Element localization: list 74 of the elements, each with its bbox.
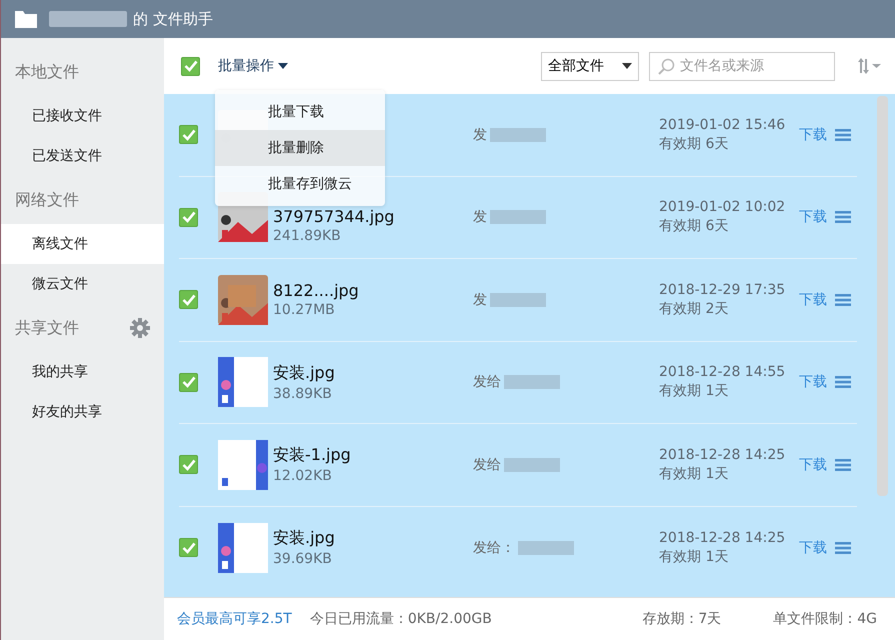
folder-icon	[15, 10, 37, 28]
menu-icon[interactable]	[835, 292, 851, 307]
menu-icon[interactable]	[835, 210, 851, 224]
search-icon	[657, 58, 675, 76]
row-checkbox[interactable]	[179, 208, 198, 227]
menu-item[interactable]: 批量下载	[215, 94, 385, 130]
file-name: 安装.jpg	[273, 528, 336, 550]
menu-icon[interactable]	[835, 540, 851, 555]
expiry-text: 有效期 6天	[659, 134, 730, 153]
sidebar-header: 共享文件	[15, 318, 79, 338]
menu-item[interactable]: 批量存到微云	[215, 166, 385, 202]
blurred-sender	[504, 375, 560, 390]
file-date: 2018-12-28 14:25	[659, 530, 786, 546]
sort-icon[interactable]	[857, 57, 883, 75]
blurred-sender	[518, 540, 574, 555]
window-title: 的 文件助手	[133, 10, 213, 28]
promo-link[interactable]: 会员最高可享2.5T	[177, 610, 292, 628]
sender-label: 发给	[473, 456, 501, 474]
row-checkbox[interactable]	[179, 125, 198, 144]
batch-operation-button[interactable]: 批量操作	[216, 55, 290, 77]
expiry-text: 有效期 1天	[659, 382, 730, 400]
expiry-text: 有效期 1天	[659, 464, 730, 483]
settings-icon[interactable]	[130, 318, 150, 338]
menu-icon[interactable]	[835, 458, 851, 472]
sidebar-item[interactable]: 已接收文件	[1, 96, 164, 136]
row-checkbox[interactable]	[179, 290, 198, 310]
sidebar-header: 网络文件	[15, 190, 79, 210]
search-field[interactable]: 文件名或来源	[649, 52, 835, 80]
file-limit-text: 单文件限制：4G	[773, 610, 877, 628]
blurred-sender	[504, 458, 560, 472]
traffic-text: 今日已用流量：0KB/2.00GB	[310, 610, 492, 628]
file-date: 2019-01-02 10:02	[659, 199, 786, 216]
file-date: 2018-12-28 14:55	[659, 364, 786, 380]
sender-label: 发给	[473, 373, 501, 392]
expiry-text: 有效期 2天	[659, 300, 730, 318]
sidebar-item[interactable]: 我的共享	[1, 352, 164, 392]
sender-label: 发给：	[473, 538, 515, 557]
blurred-sender	[490, 128, 546, 142]
expiry-text: 有效期 1天	[659, 548, 730, 566]
menu-icon[interactable]	[835, 128, 851, 142]
sidebar-header: 本地文件	[15, 62, 79, 82]
sender-label: 发	[473, 126, 487, 144]
file-date: 2019-01-02 15:46	[659, 116, 786, 133]
file-date: 2018-12-29 17:35	[659, 282, 786, 298]
sidebar-item[interactable]: 已发送文件	[1, 136, 164, 176]
menu-item[interactable]: 批量删除	[215, 130, 385, 166]
file-size: 10.27MB	[273, 302, 336, 318]
row-checkbox[interactable]	[179, 538, 198, 558]
scrollbar[interactable]	[877, 96, 888, 496]
blurred-sender	[490, 210, 546, 224]
file-size: 39.69KB	[273, 551, 333, 568]
expiry-text: 有效期 6天	[659, 217, 730, 236]
file-size: 241.89KB	[273, 228, 342, 244]
file-name: 安装.jpg	[273, 362, 336, 384]
sidebar-item[interactable]: 微云文件	[1, 264, 164, 304]
caret-icon	[622, 63, 632, 69]
file-size: 12.02KB	[273, 468, 333, 484]
file-filter-dropdown[interactable]: 全部文件	[541, 52, 639, 80]
file-name: 379757344.jpg	[273, 206, 396, 226]
select-all-checkbox[interactable]	[181, 56, 200, 76]
file-name: 8122....jpg	[273, 281, 360, 300]
file-date: 2018-12-28 14:25	[659, 446, 786, 463]
blurred-sender	[490, 292, 546, 307]
file-name: 安装-1.jpg	[273, 445, 352, 466]
retention-text: 存放期：7天	[642, 610, 722, 628]
row-checkbox[interactable]	[179, 372, 198, 392]
row-checkbox[interactable]	[179, 455, 198, 474]
file-size: 38.89KB	[273, 386, 333, 402]
menu-icon[interactable]	[835, 375, 851, 390]
sender-label: 发	[473, 208, 487, 226]
caret-icon	[278, 63, 288, 69]
sidebar-item[interactable]: 好友的共享	[1, 392, 164, 432]
sender-label: 发	[473, 290, 487, 309]
sidebar-item[interactable]: 离线文件	[1, 224, 164, 264]
